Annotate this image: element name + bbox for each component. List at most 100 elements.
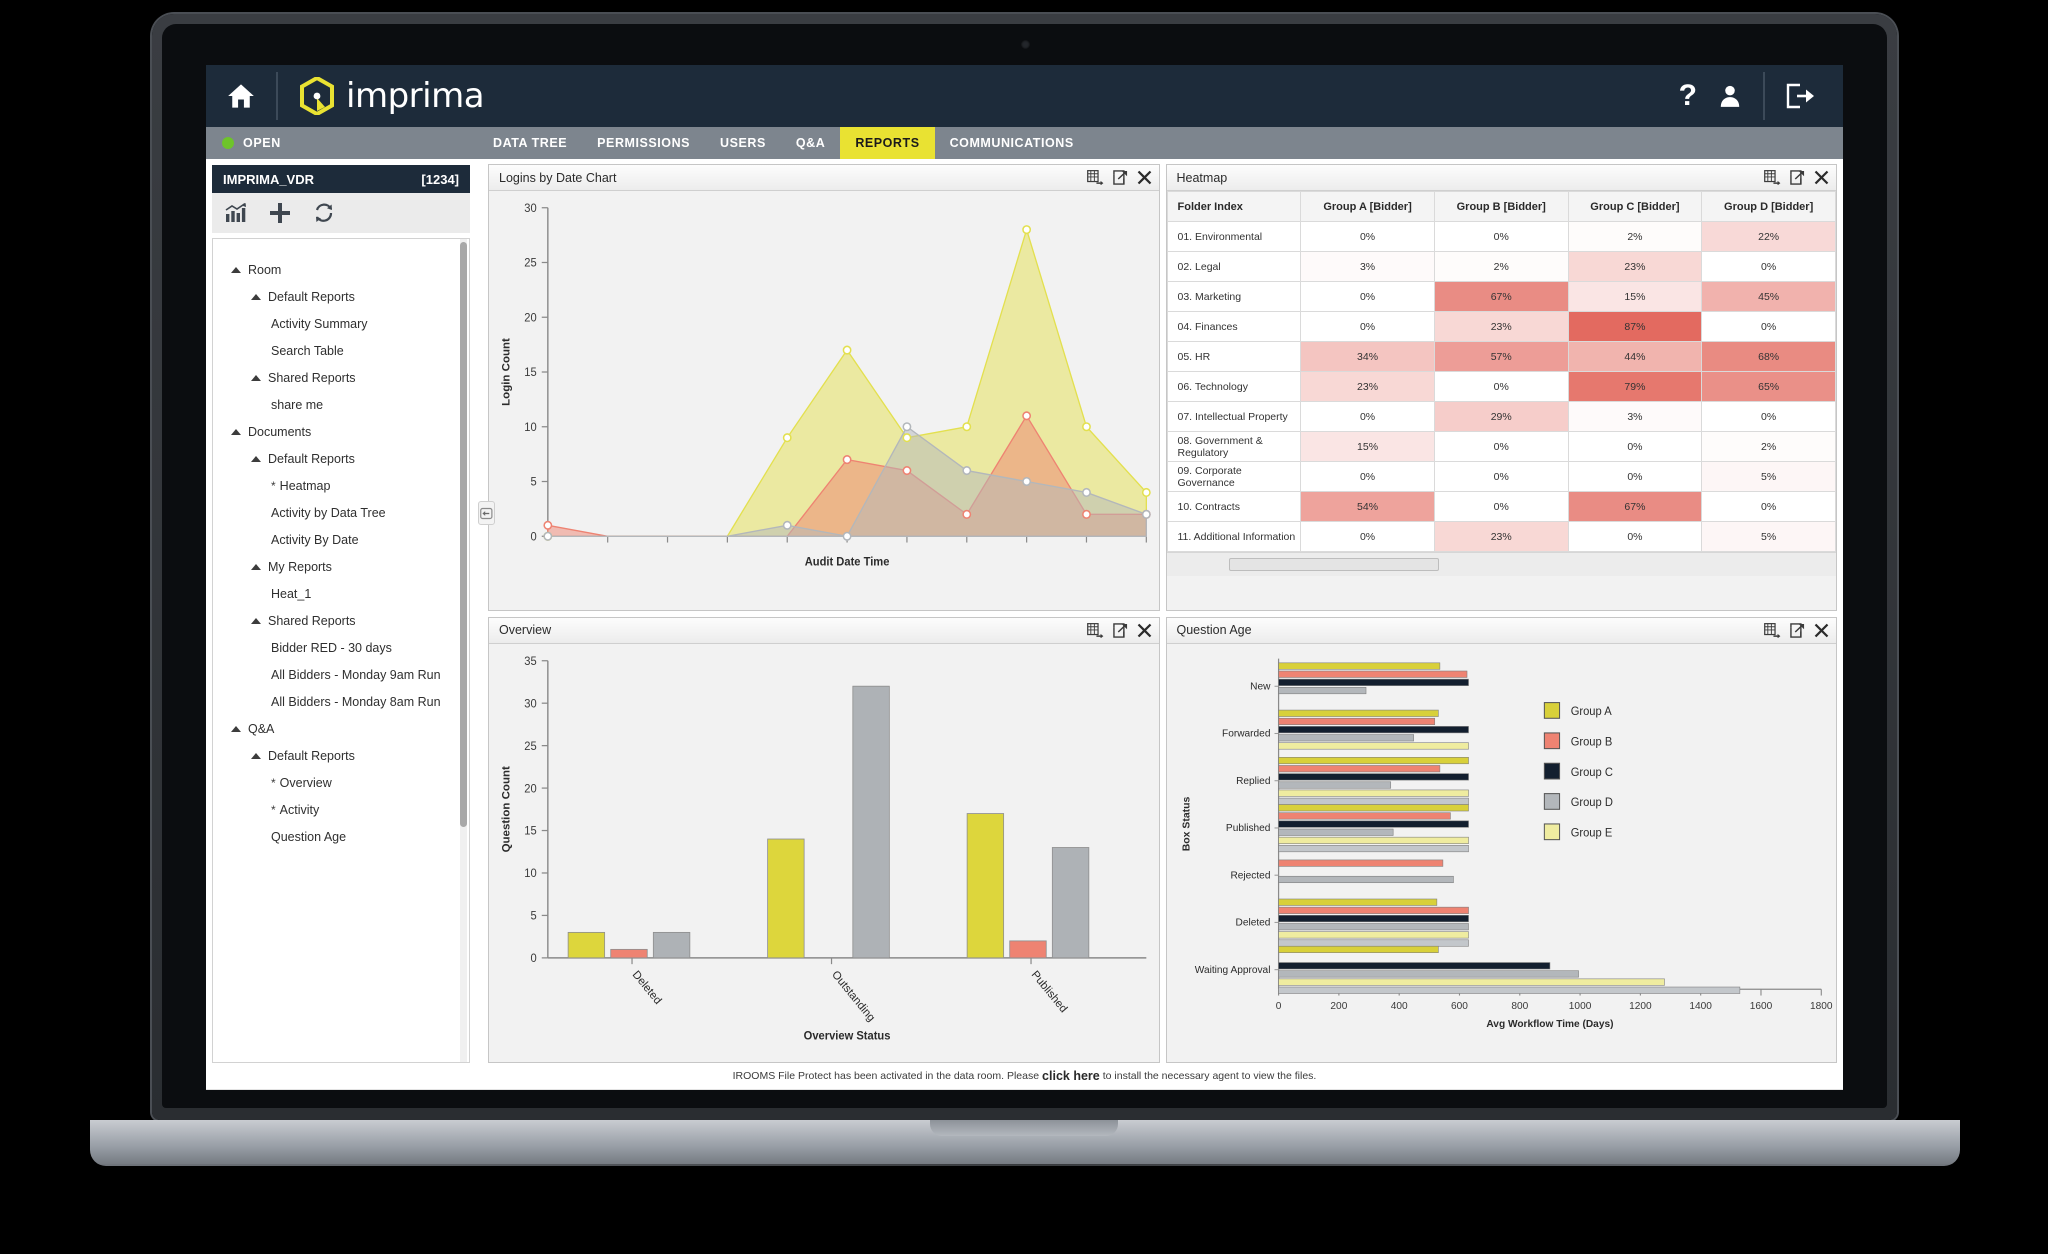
imprima-hex-icon [300, 77, 334, 115]
tree-node-default-reports[interactable]: Default Reports [213, 742, 469, 769]
data-point [1022, 225, 1032, 235]
tree-node-heatmap[interactable]: * Heatmap [213, 472, 469, 499]
tab-permissions[interactable]: PERMISSIONS [582, 127, 705, 159]
heatmap-horizontal-scrollbar[interactable] [1228, 558, 1439, 571]
user-button[interactable] [1717, 83, 1743, 109]
caret-up-icon[interactable] [251, 563, 261, 570]
add-report-button[interactable] [269, 202, 291, 224]
new-chart-button[interactable] [225, 203, 247, 223]
tree-node-shared-reports[interactable]: Shared Reports [213, 364, 469, 391]
heatmap-row: 02. Legal 3% 2% 23% 0% [1166, 251, 1836, 282]
home-button[interactable] [206, 65, 276, 127]
x-tick-label: 600 [1451, 1001, 1468, 1012]
tree-node-share-me[interactable]: share me [213, 391, 469, 418]
heatmap-header-row: Folder Index Group A [Bidder] Group B [Bid… [1166, 191, 1836, 222]
heatmap-cell: 0% [1433, 221, 1569, 252]
tree-node-bidder-red-30-days[interactable]: Bidder RED - 30 days [213, 634, 469, 661]
y-tick-label: 0 [530, 531, 536, 543]
tree-node-search-table[interactable]: Search Table [213, 337, 469, 364]
popout-icon[interactable] [1112, 170, 1128, 185]
app-body: IMPRIMA_VDR [1234] Room Default Reports … [206, 159, 1843, 1063]
tree-node-q-a[interactable]: Q&A [213, 715, 469, 742]
data-point [1022, 476, 1032, 487]
heatmap-cell: 0% [1567, 431, 1703, 462]
data-point [1082, 487, 1091, 498]
tab-qa[interactable]: Q&A [781, 127, 840, 159]
panel-actions [1086, 622, 1152, 638]
popout-icon[interactable] [1790, 622, 1805, 638]
caret-up-icon[interactable] [251, 293, 261, 300]
x-axis-title: Audit Date Time [805, 556, 890, 568]
room-status: OPEN [206, 136, 281, 150]
y-tick-label: New [1250, 681, 1271, 692]
sidebar-collapse-button[interactable] [478, 501, 495, 525]
tab-data-tree[interactable]: DATA TREE [478, 127, 582, 159]
tree-node-default-reports[interactable]: Default Reports [213, 445, 469, 472]
caret-up-icon[interactable] [231, 725, 241, 732]
tree-node-activity[interactable]: * Activity [213, 796, 469, 823]
heatmap-cell: 0% [1701, 251, 1836, 282]
data-point [962, 422, 972, 432]
caret-up-icon[interactable] [251, 374, 261, 381]
tree-scrollbar-thumb[interactable] [460, 242, 467, 827]
tree-node-all-bidders-monday-9am-run[interactable]: All Bidders - Monday 9am Run [213, 661, 469, 688]
heatmap-cell: 29% [1433, 401, 1569, 432]
close-icon[interactable] [1814, 170, 1829, 185]
y-tick-label: 5 [530, 910, 536, 922]
tree-node-activity-by-data-tree[interactable]: Activity by Data Tree [213, 499, 469, 526]
bar [1277, 875, 1454, 883]
heatmap-col-header: Group D [Bidder] [1701, 191, 1836, 222]
heatmap-cell: 0% [1701, 311, 1836, 342]
caret-up-icon[interactable] [251, 752, 261, 759]
heatmap-cell: 87% [1567, 311, 1703, 342]
tree-node-activity-summary[interactable]: Activity Summary [213, 310, 469, 337]
help-button[interactable]: ? [1679, 81, 1697, 111]
tree-node-label: Activity by Data Tree [271, 505, 386, 520]
close-icon[interactable] [1137, 623, 1152, 638]
heatmap-row-label: 02. Legal [1166, 251, 1302, 282]
bar [1277, 939, 1469, 947]
export-table-icon[interactable] [1764, 170, 1781, 185]
tab-reports[interactable]: REPORTS [840, 127, 935, 159]
tree-node-all-bidders-monday-8am-run[interactable]: All Bidders - Monday 8am Run [213, 688, 469, 715]
tree-node-room[interactable]: Room [213, 256, 469, 283]
heatmap-cell: 45% [1701, 281, 1836, 312]
data-point [1141, 509, 1151, 519]
y-axis-title: Login Count [500, 338, 512, 406]
refresh-button[interactable] [313, 203, 335, 224]
close-icon[interactable] [1137, 170, 1152, 185]
tree-node-question-age[interactable]: Question Age [213, 823, 469, 850]
tree-node-default-reports[interactable]: Default Reports [213, 283, 469, 310]
tree-node-heat-1[interactable]: Heat_1 [213, 580, 469, 607]
export-table-icon[interactable] [1764, 622, 1781, 638]
data-point [842, 455, 852, 465]
y-tick-label: Deleted [1235, 917, 1270, 928]
y-tick-label: Forwarded [1222, 728, 1271, 739]
export-table-icon[interactable] [1086, 170, 1104, 185]
caret-up-icon[interactable] [251, 617, 261, 624]
header-actions: ? [1679, 72, 1843, 120]
popout-icon[interactable] [1790, 170, 1805, 185]
tree-node-documents[interactable]: Documents [213, 418, 469, 445]
export-table-icon[interactable] [1086, 622, 1104, 638]
tab-communications[interactable]: COMMUNICATIONS [935, 127, 1089, 159]
popout-icon[interactable] [1112, 622, 1128, 638]
tree-node-overview[interactable]: * Overview [213, 769, 469, 796]
panel-header: Heatmap [1166, 165, 1836, 191]
click-here-link[interactable]: click here [1042, 1069, 1100, 1083]
x-tick-label: 400 [1390, 1001, 1407, 1012]
caret-up-icon[interactable] [231, 266, 241, 273]
heatmap-cell: 0% [1300, 401, 1435, 432]
tree-node-my-reports[interactable]: My Reports [213, 553, 469, 580]
tree-node-activity-by-date[interactable]: Activity By Date [213, 526, 469, 553]
tree-node-shared-reports[interactable]: Shared Reports [213, 607, 469, 634]
tab-users[interactable]: USERS [705, 127, 781, 159]
logout-button[interactable] [1785, 82, 1817, 110]
tree-node-label: Activity By Date [271, 532, 359, 547]
navigation-bar: OPEN DATA TREE PERMISSIONS USERS Q&A REP… [206, 127, 1843, 159]
close-icon[interactable] [1814, 623, 1829, 638]
y-tick-label: 25 [524, 740, 536, 752]
caret-up-icon[interactable] [231, 428, 241, 435]
asterisk-icon: * [271, 775, 276, 790]
caret-up-icon[interactable] [251, 455, 261, 462]
